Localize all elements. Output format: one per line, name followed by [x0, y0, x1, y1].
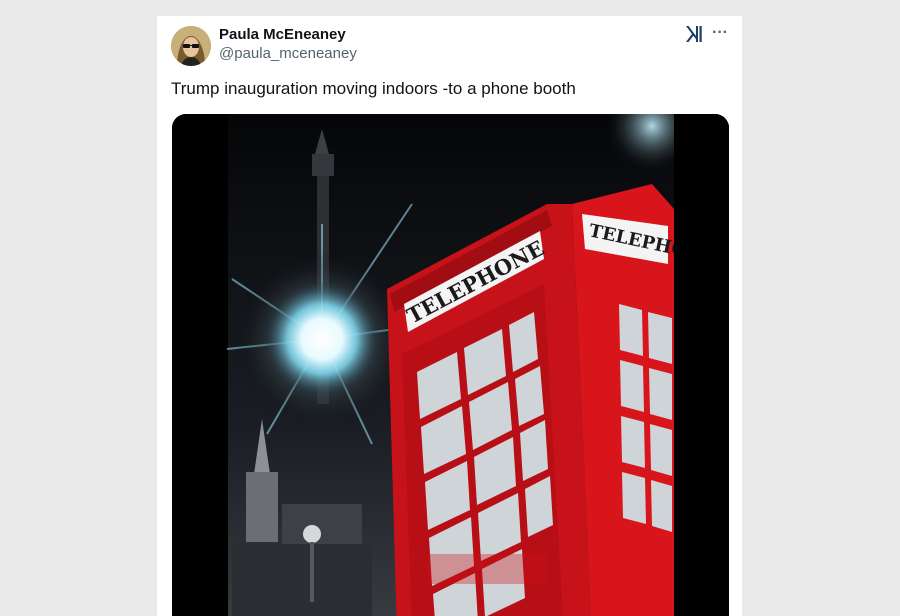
avatar-photo: [171, 26, 211, 66]
author-handle[interactable]: @paula_mceneaney: [219, 45, 357, 62]
more-options-icon[interactable]: ···: [709, 22, 731, 44]
tweet-card: Paula McEneaney @paula_mceneaney ··· Tru…: [157, 16, 742, 616]
x-logo-icon[interactable]: [685, 25, 703, 43]
avatar[interactable]: [171, 26, 211, 66]
tweet-media-image[interactable]: TELEPHONE TELEPHO: [172, 114, 729, 616]
author-name[interactable]: Paula McEneaney: [219, 26, 346, 43]
tweet-text: Trump inauguration moving indoors -to a …: [171, 79, 576, 98]
